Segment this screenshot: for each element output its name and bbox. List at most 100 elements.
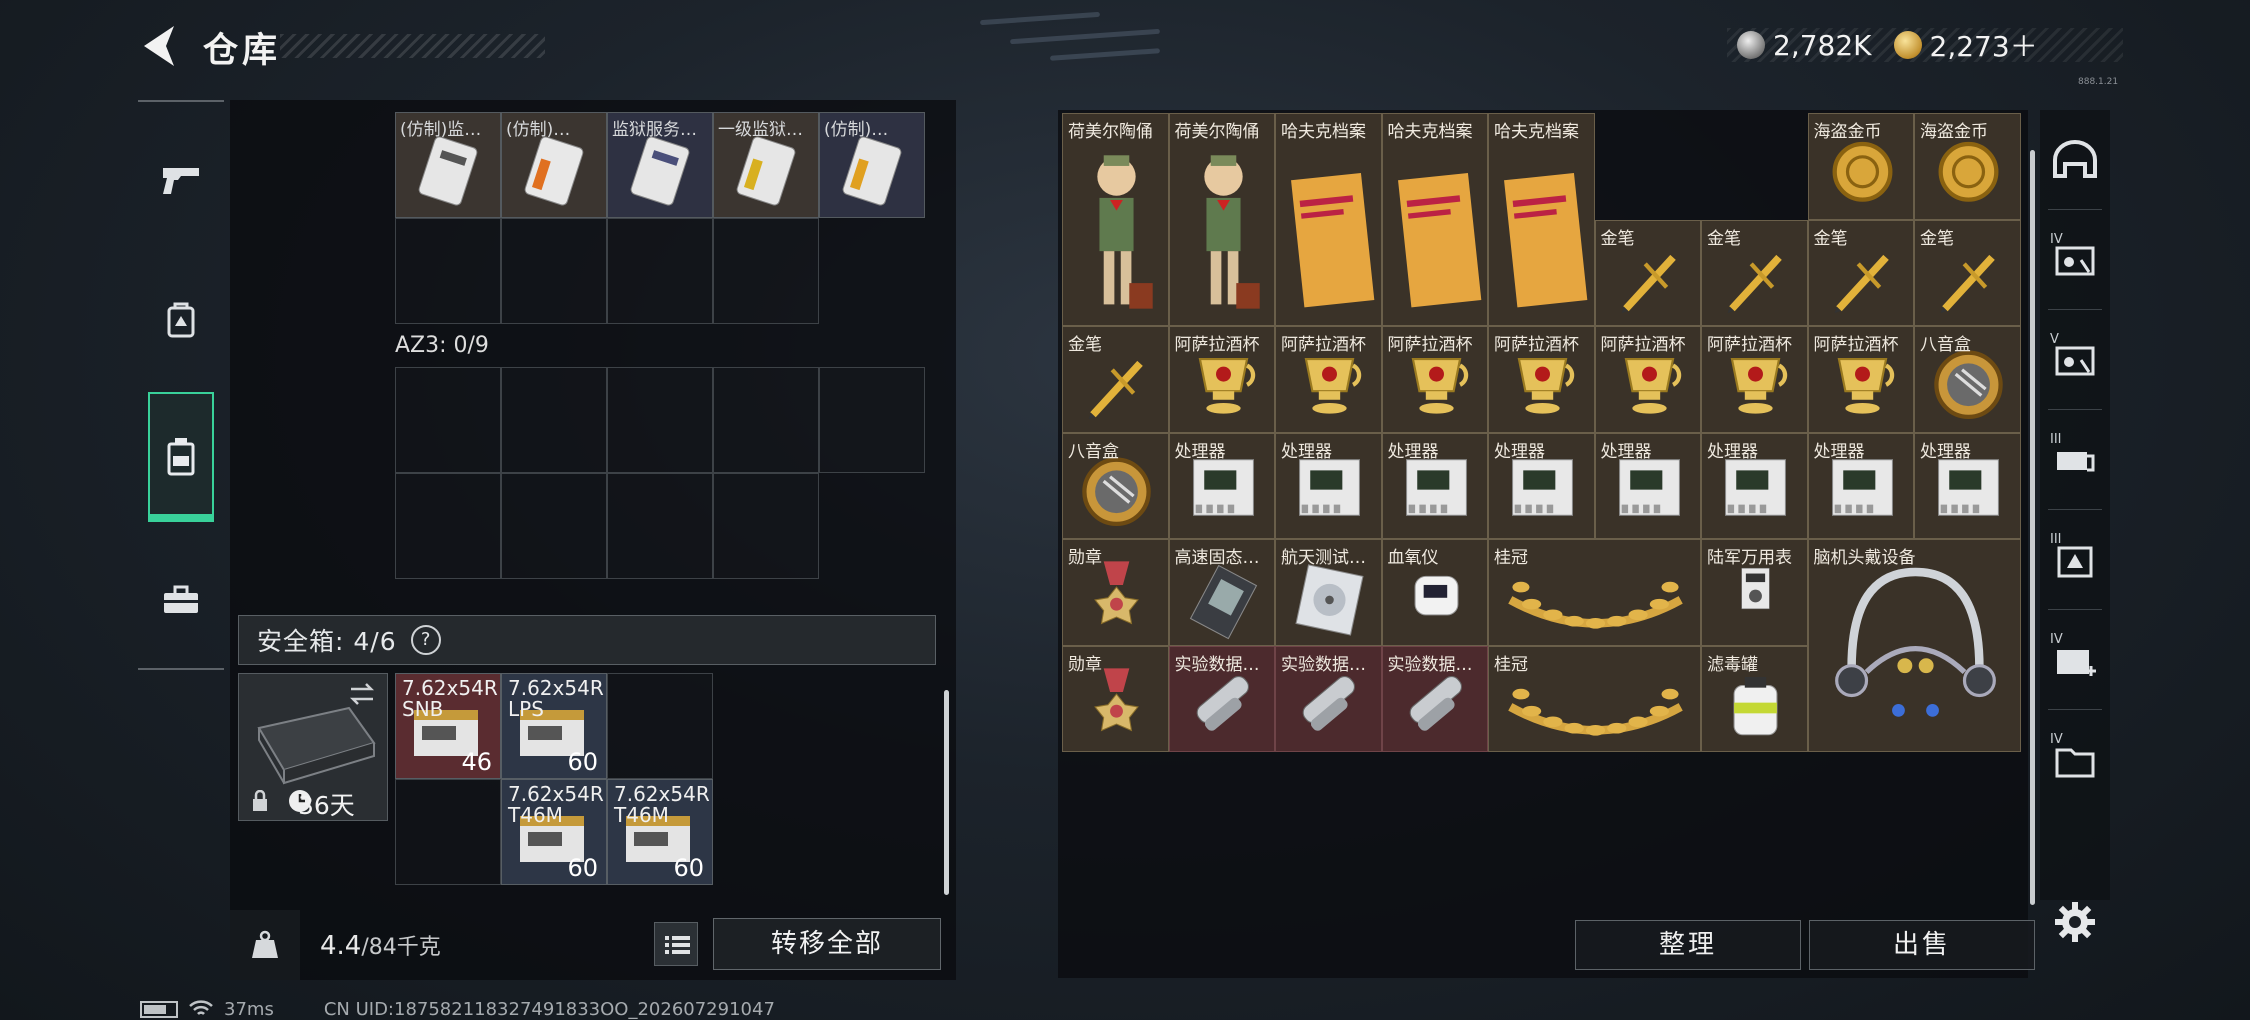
item-name: 勋章 bbox=[1068, 654, 1102, 675]
stash-item[interactable]: 滤毒罐 bbox=[1701, 645, 1808, 752]
empty-slot[interactable] bbox=[713, 473, 819, 579]
stash-item[interactable]: 处理器 bbox=[1701, 432, 1808, 539]
inventory-item[interactable]: (仿制)… bbox=[501, 112, 607, 218]
stash-item[interactable]: 金笔 bbox=[1594, 219, 1701, 326]
stash-item[interactable]: 脑机头戴设备 bbox=[1807, 539, 2021, 752]
item-name: 处理器 bbox=[1387, 441, 1439, 462]
figurine-icon bbox=[1097, 155, 1153, 309]
ammo-item[interactable]: 7.62x54R T46M 60 bbox=[501, 779, 607, 885]
item-name: 金笔 bbox=[1068, 335, 1102, 355]
stash-item[interactable]: 处理器 bbox=[1594, 432, 1701, 539]
stash-item[interactable]: 处理器 bbox=[1275, 432, 1382, 539]
filter-medical-case[interactable]: IV bbox=[2040, 610, 2110, 710]
stash-item[interactable]: 哈夫克档案 bbox=[1381, 113, 1488, 326]
empty-slot[interactable] bbox=[501, 473, 607, 579]
stash-item[interactable]: 阿萨拉酒杯 bbox=[1381, 326, 1488, 433]
empty-slot[interactable] bbox=[607, 673, 713, 779]
item-name: 金笔 bbox=[1920, 228, 1954, 249]
filter-helmet[interactable] bbox=[2040, 110, 2110, 210]
stash-item[interactable]: 陆军万用表 bbox=[1701, 539, 1808, 646]
item-name: 金笔 bbox=[1707, 228, 1741, 249]
inventory-item[interactable]: (仿制)… bbox=[819, 112, 925, 218]
help-icon[interactable]: ? bbox=[410, 625, 441, 655]
right-scrollbar[interactable] bbox=[2030, 150, 2035, 905]
settings-gear-icon[interactable] bbox=[2053, 900, 2097, 944]
transfer-all-button[interactable]: 转移全部 bbox=[713, 918, 941, 970]
filter-chest-rig[interactable]: III bbox=[2040, 410, 2110, 510]
back-arrow-icon[interactable] bbox=[138, 22, 178, 70]
stash-item[interactable]: 处理器 bbox=[1168, 432, 1275, 539]
empty-slot[interactable] bbox=[607, 473, 713, 579]
filter-folder-case[interactable]: IV bbox=[2040, 710, 2110, 810]
list-view-button[interactable] bbox=[654, 922, 698, 966]
stash-item[interactable]: 八音盒 bbox=[1062, 432, 1169, 539]
empty-slot[interactable] bbox=[501, 218, 607, 324]
stash-item[interactable]: 实验数据… bbox=[1275, 645, 1382, 752]
empty-slot[interactable] bbox=[607, 218, 713, 324]
inventory-item[interactable]: (仿制)监… bbox=[395, 112, 501, 218]
empty-slot[interactable] bbox=[713, 218, 819, 324]
stash-item[interactable]: 处理器 bbox=[1381, 432, 1488, 539]
left-scrollbar[interactable] bbox=[944, 690, 949, 895]
stash-item[interactable]: 荷美尔陶俑 bbox=[1062, 113, 1169, 326]
stash-item[interactable]: 阿萨拉酒杯 bbox=[1701, 326, 1808, 433]
dossier-icon bbox=[1397, 172, 1481, 308]
stash-grid: 荷美尔陶俑 荷美尔陶俑 哈夫克档案 哈夫克档案 哈夫克档案 海盗金币 海盗金币 金笔 金笔 金笔金… bbox=[1062, 113, 2021, 752]
stash-item[interactable]: 阿萨拉酒杯 bbox=[1275, 326, 1382, 433]
nav-weapon[interactable] bbox=[138, 130, 224, 230]
stash-item[interactable]: 荷美尔陶俑 bbox=[1168, 113, 1275, 326]
stash-item[interactable]: 桂冠 bbox=[1488, 539, 1701, 646]
stash-item[interactable]: 航天测试… bbox=[1275, 539, 1382, 646]
swap-icon[interactable] bbox=[347, 682, 377, 706]
stash-item[interactable]: 金笔 bbox=[1701, 219, 1808, 326]
empty-slot[interactable] bbox=[395, 218, 501, 324]
stash-item[interactable]: 金笔 bbox=[1062, 326, 1169, 433]
stash-item[interactable]: 血氧仪 bbox=[1381, 539, 1488, 646]
stash-item[interactable]: 阿萨拉酒杯 bbox=[1168, 326, 1275, 433]
empty-slot[interactable] bbox=[395, 779, 501, 885]
empty-slot[interactable] bbox=[501, 367, 607, 473]
ammo-item[interactable]: 7.62x54R T46M 60 bbox=[607, 779, 713, 885]
empty-slot[interactable] bbox=[395, 473, 501, 579]
az3-label: AZ3: 0/9 bbox=[395, 333, 489, 358]
stash-item[interactable]: 海盗金币 bbox=[1807, 113, 1914, 220]
stash-item[interactable]: 实验数据… bbox=[1168, 645, 1275, 752]
stash-item[interactable]: 处理器 bbox=[1807, 432, 1914, 539]
filter-backpack[interactable]: III bbox=[2040, 510, 2110, 610]
item-name: 实验数据… bbox=[1387, 654, 1473, 675]
stash-item[interactable]: 哈夫克档案 bbox=[1488, 113, 1595, 326]
empty-slot[interactable] bbox=[395, 367, 501, 473]
stash-item[interactable]: 金笔 bbox=[1807, 219, 1914, 326]
stash-item[interactable]: 桂冠 bbox=[1488, 645, 1701, 752]
empty-slot[interactable] bbox=[713, 367, 819, 473]
stash-item[interactable]: 勋章 bbox=[1062, 539, 1169, 646]
stash-item[interactable]: 金笔 bbox=[1914, 219, 2021, 326]
stash-item[interactable]: 处理器 bbox=[1488, 432, 1595, 539]
stash-item[interactable]: 勋章 bbox=[1062, 645, 1169, 752]
ammo-item[interactable]: 7.62x54R SNB 46 bbox=[395, 673, 501, 779]
stash-item[interactable]: 实验数据… bbox=[1381, 645, 1488, 752]
sell-button[interactable]: 出售 bbox=[1809, 920, 2035, 970]
inventory-item[interactable]: 一级监狱… bbox=[713, 112, 819, 218]
filter-vest-iv[interactable]: IV bbox=[2040, 210, 2110, 310]
nav-toolbox[interactable] bbox=[138, 550, 224, 650]
organize-button[interactable]: 整理 bbox=[1575, 920, 1801, 970]
empty-slot[interactable] bbox=[607, 367, 713, 473]
stash-item[interactable]: 阿萨拉酒杯 bbox=[1807, 326, 1914, 433]
stash-item[interactable]: 海盗金币 bbox=[1914, 113, 2021, 220]
nav-storage[interactable] bbox=[148, 392, 214, 522]
ammo-item[interactable]: 7.62x54R LPS 60 bbox=[501, 673, 607, 779]
stash-item[interactable]: 阿萨拉酒杯 bbox=[1594, 326, 1701, 433]
nav-gear[interactable] bbox=[138, 270, 224, 370]
stash-item[interactable]: 处理器 bbox=[1914, 432, 2021, 539]
item-name: 阿萨拉酒杯 bbox=[1813, 335, 1899, 355]
inventory-item[interactable]: 监狱服务… bbox=[607, 112, 713, 218]
stash-item[interactable]: 哈夫克档案 bbox=[1275, 113, 1382, 326]
empty-slot[interactable] bbox=[819, 367, 925, 473]
stash-item[interactable]: 高速固态… bbox=[1168, 539, 1275, 646]
filter-vest-v[interactable]: V bbox=[2040, 310, 2110, 410]
stash-item[interactable]: 八音盒 bbox=[1914, 326, 2021, 433]
stash-item[interactable]: 阿萨拉酒杯 bbox=[1488, 326, 1595, 433]
gold-currency-value[interactable]: 2,273＋ bbox=[1930, 25, 2038, 65]
currency-bar[interactable]: 2,782K 2,273＋ bbox=[1727, 25, 2123, 65]
